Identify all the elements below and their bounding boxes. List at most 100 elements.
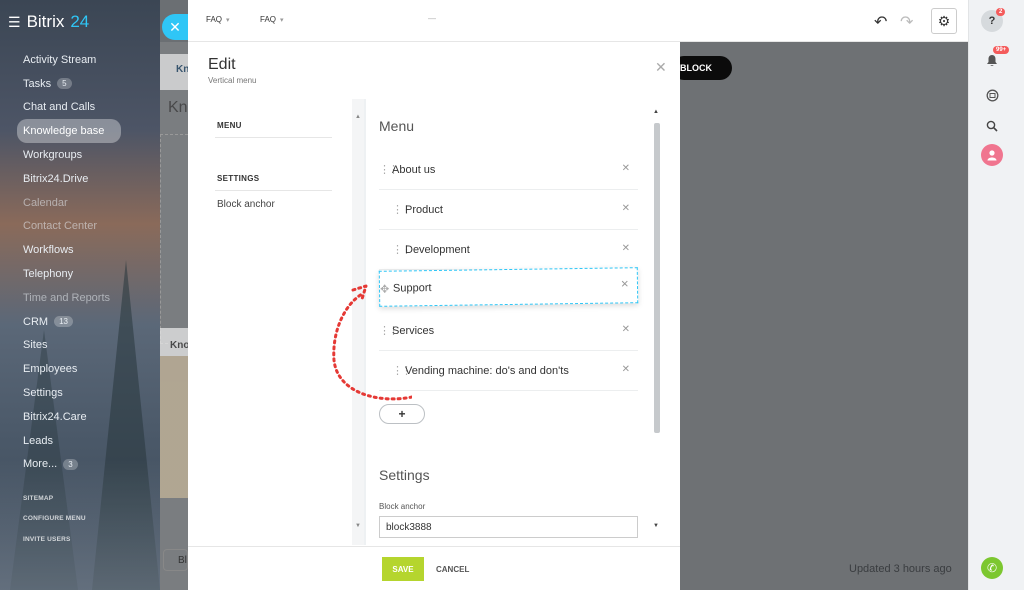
undo-icon[interactable]: ↶ [874,12,887,32]
nav-item-calendar[interactable]: Calendar [23,191,121,215]
menu-item-dragging[interactable]: ✥ Support ✕ [378,267,639,307]
chevron-down-icon: ▾ [280,16,284,24]
chevron-down-icon: ▾ [226,16,230,24]
background-card: Kno [160,328,190,498]
remove-icon[interactable]: ✕ [622,243,630,254]
add-block-button[interactable]: BLOCK [672,56,732,80]
nav-item-more[interactable]: More... 3 [23,453,121,477]
phone-icon: ✆ [986,561,998,575]
search-button[interactable] [981,115,1003,137]
nav-item-chat-and-calls[interactable]: Chat and Calls [23,96,121,120]
nav-item-settings[interactable]: Settings [23,381,121,405]
notifications-button[interactable]: 99+ [981,46,1010,71]
menu-item[interactable]: ⋮⋮ About us ✕ [379,150,638,190]
crm-count-badge: 13 [54,316,73,328]
content-scrollbar[interactable]: ▲ ▼ [652,109,662,535]
nav-label: Tasks [23,77,52,90]
nav-label: Workgroups [23,149,83,162]
nav-item-telephony[interactable]: Telephony [23,262,121,286]
nav-label: Settings [23,387,63,400]
section-nav-block-anchor[interactable]: Block anchor [217,199,275,210]
messages-button[interactable] [981,84,1003,106]
nav-label: Activity Stream [23,53,97,66]
drag-handle-icon[interactable]: ⋮⋮ [379,163,399,176]
nav-label: Bitrix24.Drive [23,172,89,185]
left-sidebar: ☰ Bitrix 24 Activity Stream Tasks 5 Chat … [0,0,160,590]
nav-item-time-and-reports[interactable]: Time and Reports [23,286,121,310]
nav-label: Employees [23,363,78,376]
tasks-count-badge: 5 [57,78,72,90]
close-icon: ✕ [169,18,181,35]
block-anchor-input[interactable] [379,516,638,538]
scroll-up-icon[interactable]: ▲ [355,114,361,120]
nav-label: Chat and Calls [23,101,96,114]
question-icon: ? [988,15,996,27]
nav-item-drive[interactable]: Bitrix24.Drive [23,167,121,191]
background-card-label: Kno [170,340,190,351]
cancel-button[interactable]: CANCEL [436,557,469,581]
site-selector[interactable]: FAQ ▾ [260,15,284,24]
nav-item-tasks[interactable]: Tasks 5 [23,72,121,96]
menu-item[interactable]: ⋮⋮ Development ✕ [379,230,638,270]
remove-icon[interactable]: ✕ [622,163,630,174]
section-nav-menu[interactable]: MENU [217,121,242,130]
scroll-thumb[interactable] [654,123,660,433]
close-icon[interactable]: ✕ [655,59,667,76]
user-avatar[interactable] [981,144,1003,166]
sidebar-footer: SITEMAP CONFIGURE MENU INVITE USERS [23,488,86,550]
block-anchor-label: Block anchor [379,502,426,511]
nav-item-workflows[interactable]: Workflows [23,238,121,262]
remove-icon[interactable]: ✕ [621,279,630,290]
breadcrumb-separator: — [428,14,436,23]
nav-item-workgroups[interactable]: Workgroups [23,143,121,167]
menu-item[interactable]: ⋮⋮ Services ✕ [379,311,638,351]
scroll-up-icon[interactable]: ▲ [653,109,659,115]
main-nav: Activity Stream Tasks 5 Chat and Calls Kn… [17,48,121,477]
scroll-down-icon[interactable]: ▼ [355,523,361,529]
menu-item-label: Vending machine: do's and don'ts [405,364,569,377]
menu-burger-icon[interactable]: ☰ [8,14,21,31]
menu-item[interactable]: ⋮⋮ Vending machine: do's and don'ts ✕ [379,351,638,391]
help-button[interactable]: ? 2 [981,8,1006,32]
nav-item-activity-stream[interactable]: Activity Stream [23,48,121,72]
scroll-down-icon[interactable]: ▼ [653,523,659,529]
nav-item-leads[interactable]: Leads [23,429,121,453]
settings-section-title: Settings [379,467,430,483]
redo-icon[interactable]: ↷ [900,12,913,32]
bell-icon [987,54,997,66]
invite-users-link[interactable]: INVITE USERS [23,529,86,550]
remove-icon[interactable]: ✕ [622,203,630,214]
drag-handle-icon[interactable]: ⋮⋮ [392,243,412,256]
menu-section-title: Menu [379,118,415,134]
configure-menu-link[interactable]: CONFIGURE MENU [23,509,86,530]
remove-icon[interactable]: ✕ [622,324,630,335]
divider [215,137,332,138]
sitemap-link[interactable]: SITEMAP [23,488,86,509]
nav-item-contact-center[interactable]: Contact Center [23,215,121,239]
page-selector[interactable]: FAQ ▾ [206,15,230,24]
notifications-badge: 99+ [993,46,1010,54]
app-logo[interactable]: ☰ Bitrix 24 [8,12,89,32]
background-tab: Kn [160,54,190,90]
nav-label: Bitrix24.Care [23,410,87,423]
section-nav-settings[interactable]: SETTINGS [217,174,259,183]
settings-button[interactable]: ⚙ [931,8,957,34]
menu-item[interactable]: ⋮⋮ Product ✕ [379,190,638,230]
nav-item-care[interactable]: Bitrix24.Care [23,405,121,429]
nav-item-sites[interactable]: Sites [23,334,121,358]
nav-label: CRM [23,315,49,328]
background-tab-label: Kn [176,64,190,75]
nav-item-employees[interactable]: Employees [23,357,121,381]
nav-label: Contact Center [23,220,97,233]
close-slider-button[interactable]: ✕ [162,14,188,40]
save-button[interactable]: SAVE [382,557,424,581]
edit-block-slider: Edit Vertical menu ✕ MENU SETTINGS Block… [188,42,680,590]
background-heading: Kn [168,99,188,116]
nav-label: Sites [23,339,48,352]
nav-item-crm[interactable]: CRM 13 [23,310,121,334]
call-button[interactable]: ✆ [981,557,1003,579]
nav-item-knowledge-base[interactable]: Knowledge base [17,119,121,144]
modal-body: MENU SETTINGS Block anchor ▲ ▼ Menu ⋮⋮ A… [197,99,667,545]
drag-handle-icon[interactable]: ⋮⋮ [392,203,412,216]
remove-icon[interactable]: ✕ [622,364,630,375]
